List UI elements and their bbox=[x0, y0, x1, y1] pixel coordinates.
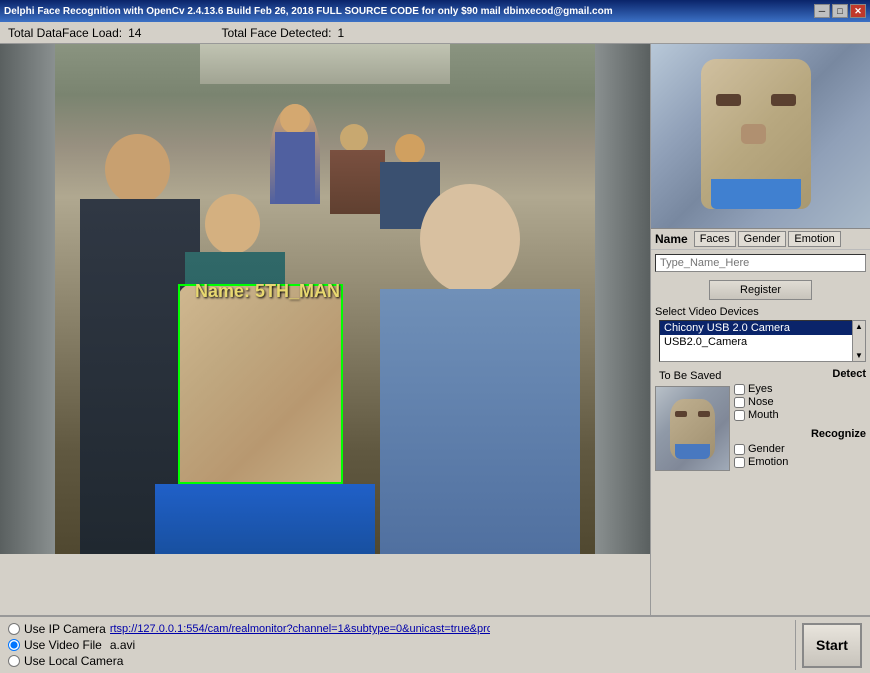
video-file-row: Use Video File a.avi bbox=[8, 638, 789, 652]
device-item-1[interactable]: Chicony USB 2.0 Camera bbox=[660, 321, 861, 335]
bg-person-3-head bbox=[395, 134, 425, 164]
window-title: Delphi Face Recognition with OpenCv 2.4.… bbox=[4, 6, 613, 17]
minimize-button[interactable]: ─ bbox=[814, 4, 830, 18]
saved-eye-left bbox=[675, 411, 687, 417]
detect-eyes-row: Eyes bbox=[734, 383, 866, 395]
local-camera-label: Use Local Camera bbox=[24, 654, 123, 668]
local-camera-radio[interactable] bbox=[8, 655, 20, 667]
device-list[interactable]: Chicony USB 2.0 Camera USB2.0_Camera bbox=[659, 320, 862, 362]
name-tabs-row: Name Faces Gender Emotion bbox=[651, 229, 870, 250]
center-left-head bbox=[205, 194, 260, 254]
face-thumbnail bbox=[651, 44, 870, 229]
name-input[interactable] bbox=[655, 254, 866, 272]
detect-eyes-label: Eyes bbox=[748, 383, 772, 395]
title-bar-buttons: ─ □ ✕ bbox=[814, 4, 866, 18]
ip-camera-radio[interactable] bbox=[8, 623, 20, 635]
detected-person-body bbox=[155, 484, 375, 554]
saved-shirt bbox=[675, 444, 710, 459]
detect-label: Detect bbox=[734, 368, 866, 380]
recognize-emotion-label: Emotion bbox=[748, 456, 788, 468]
saved-detect-section: To Be Saved Detect bbox=[651, 366, 870, 473]
recognize-gender-label: Gender bbox=[748, 443, 785, 455]
dataface-count: 14 bbox=[128, 26, 141, 40]
video-scene: Name: 5TH_MAN bbox=[0, 44, 650, 554]
recognize-emotion-row: Emotion bbox=[734, 456, 866, 468]
tab-gender[interactable]: Gender bbox=[738, 231, 787, 247]
bg-person-2 bbox=[330, 124, 385, 214]
thumb-nose bbox=[741, 124, 766, 144]
name-input-area bbox=[651, 250, 870, 276]
local-camera-row: Use Local Camera bbox=[8, 654, 789, 668]
detect-nose-row: Nose bbox=[734, 396, 866, 408]
detect-nose-checkbox[interactable] bbox=[734, 397, 745, 408]
video-file-radio[interactable] bbox=[8, 639, 20, 651]
video-area: Name: 5TH_MAN bbox=[0, 44, 650, 554]
right-person-body bbox=[380, 289, 580, 554]
status-bar: Total DataFace Load: 14 Total Face Detec… bbox=[0, 22, 870, 44]
thumb-bg bbox=[651, 44, 870, 228]
thumb-face bbox=[701, 59, 811, 209]
detect-mouth-label: Mouth bbox=[748, 409, 779, 421]
name-label: Name bbox=[655, 232, 688, 246]
saved-face-shape bbox=[670, 399, 715, 459]
main-content: Name: 5TH_MAN Name bbox=[0, 44, 870, 615]
scroll-up-icon[interactable]: ▲ bbox=[855, 322, 863, 331]
face-detection-box: Name: 5TH_MAN bbox=[178, 284, 343, 484]
thumb-eye-right bbox=[771, 94, 796, 106]
left-person-head bbox=[105, 134, 170, 204]
detect-mouth-row: Mouth bbox=[734, 409, 866, 421]
detected-name-label: Name: 5TH_MAN bbox=[195, 281, 340, 302]
ip-camera-label: Use IP Camera bbox=[24, 622, 106, 636]
bg-person-2-head bbox=[340, 124, 368, 152]
title-bar: Delphi Face Recognition with OpenCv 2.4.… bbox=[0, 0, 870, 22]
vertical-divider bbox=[795, 620, 796, 670]
saved-thumbnail bbox=[655, 386, 730, 471]
scroll-down-icon[interactable]: ▼ bbox=[855, 351, 863, 360]
register-button[interactable]: Register bbox=[709, 280, 812, 300]
to-be-saved-label: To Be Saved bbox=[655, 368, 725, 384]
bg-person-2-body bbox=[330, 150, 385, 214]
video-file-label: Use Video File bbox=[24, 638, 102, 652]
saved-thumb-col: To Be Saved bbox=[655, 368, 730, 471]
recognize-emotion-checkbox[interactable] bbox=[734, 457, 745, 468]
video-file-value: a.avi bbox=[110, 638, 135, 652]
saved-face-inner bbox=[656, 387, 729, 470]
device-list-container: Chicony USB 2.0 Camera USB2.0_Camera ▲ ▼ bbox=[655, 320, 866, 362]
right-panel: Name Faces Gender Emotion Register Selec… bbox=[650, 44, 870, 615]
right-person-head bbox=[420, 184, 520, 294]
radio-group: Use IP Camera Use Video File a.avi Use L… bbox=[8, 622, 789, 668]
device-scrollbar[interactable]: ▲ ▼ bbox=[852, 320, 866, 362]
detect-eyes-checkbox[interactable] bbox=[734, 384, 745, 395]
saved-eye-right bbox=[698, 411, 710, 417]
bg-person-1-head bbox=[280, 104, 310, 134]
maximize-button[interactable]: □ bbox=[832, 4, 848, 18]
right-wall bbox=[595, 44, 650, 554]
recognize-gender-checkbox[interactable] bbox=[734, 444, 745, 455]
detected-label: Total Face Detected: bbox=[221, 26, 331, 40]
dataface-label: Total DataFace Load: bbox=[8, 26, 122, 40]
tab-faces[interactable]: Faces bbox=[694, 231, 736, 247]
ip-camera-row: Use IP Camera bbox=[8, 622, 789, 636]
left-wall bbox=[0, 44, 55, 554]
bottom-controls: Use IP Camera Use Video File a.avi Use L… bbox=[0, 615, 870, 673]
detect-nose-label: Nose bbox=[748, 396, 774, 408]
ceiling-light bbox=[200, 44, 450, 84]
detected-count: 1 bbox=[338, 26, 345, 40]
thumb-shirt bbox=[711, 179, 801, 209]
detect-mouth-checkbox[interactable] bbox=[734, 410, 745, 421]
tab-emotion[interactable]: Emotion bbox=[788, 231, 840, 247]
right-person bbox=[380, 184, 580, 554]
recognize-label: Recognize bbox=[734, 428, 866, 440]
bg-person-1 bbox=[270, 104, 320, 204]
video-devices-label: Select Video Devices bbox=[651, 304, 870, 320]
start-button[interactable]: Start bbox=[802, 623, 862, 668]
detect-section: Detect Eyes Nose Mouth Recognize Ge bbox=[734, 368, 866, 469]
thumb-eye-left bbox=[716, 94, 741, 106]
recognize-gender-row: Gender bbox=[734, 443, 866, 455]
ip-url-input[interactable] bbox=[110, 623, 490, 635]
device-item-2[interactable]: USB2.0_Camera bbox=[660, 335, 861, 349]
close-button[interactable]: ✕ bbox=[850, 4, 866, 18]
